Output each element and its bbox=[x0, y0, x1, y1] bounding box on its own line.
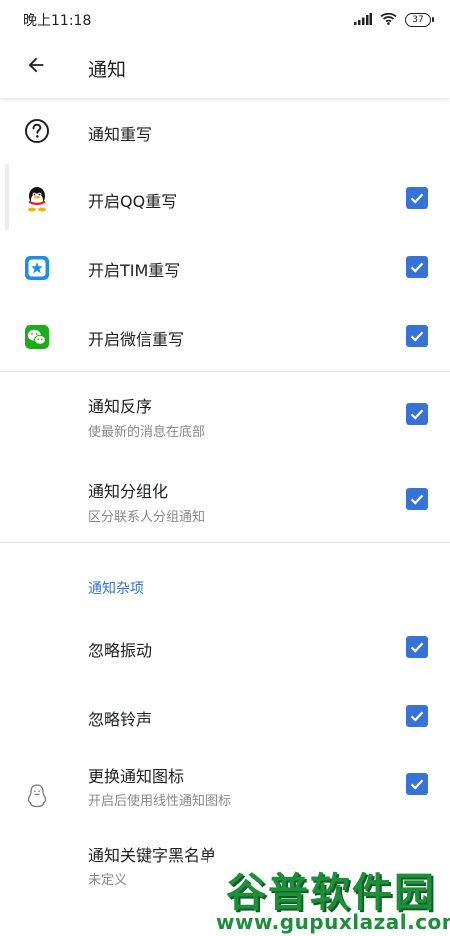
row-ignore-vibration[interactable]: 忽略振动 bbox=[0, 625, 450, 694]
arrow-left-icon bbox=[25, 54, 47, 80]
battery-icon: 37 bbox=[405, 12, 434, 27]
status-bar: 晚上11:18 37 bbox=[0, 0, 450, 36]
row-wechat-rewrite[interactable]: 开启微信重写 bbox=[0, 302, 450, 371]
row-reverse-order[interactable]: 通知反序 使最新的消息在底部 bbox=[0, 372, 450, 457]
watermark: 谷普软件园 www.gupuxlazal.com bbox=[208, 858, 450, 936]
row-title: 开启QQ重写 bbox=[88, 192, 178, 211]
wechat-icon bbox=[24, 324, 50, 350]
qq-penguin-icon bbox=[24, 186, 50, 212]
qq-rewrite-checkbox[interactable] bbox=[406, 187, 428, 209]
ignore-ringtone-checkbox[interactable] bbox=[406, 705, 428, 727]
row-title: 通知分组化 bbox=[88, 482, 169, 501]
wechat-rewrite-checkbox[interactable] bbox=[406, 325, 428, 347]
section-header: 通知杂项 bbox=[0, 543, 450, 625]
row-qq-rewrite[interactable]: 开启QQ重写 bbox=[0, 164, 450, 233]
watermark-url: www.gupuxlazal.com bbox=[216, 910, 450, 934]
row-change-icon[interactable]: 更换通知图标 开启后使用线性通知图标 bbox=[0, 763, 450, 833]
settings-list: 通知重写 开启QQ重写 开启TIM重写 开启微信重写 通知反序 使最新的消息在底… bbox=[0, 98, 450, 913]
wifi-icon bbox=[380, 10, 397, 29]
ignore-vibration-checkbox[interactable] bbox=[406, 636, 428, 658]
row-title: 开启微信重写 bbox=[88, 330, 185, 349]
signal-icon bbox=[354, 10, 372, 29]
section-title: 通知杂项 bbox=[88, 581, 144, 597]
row-title: 通知重写 bbox=[88, 125, 153, 144]
penguin-outline-icon bbox=[24, 783, 50, 809]
row-title: 开启TIM重写 bbox=[88, 261, 181, 280]
row-title: 更换通知图标 bbox=[88, 767, 185, 786]
help-circle-icon bbox=[24, 118, 50, 144]
row-ignore-ringtone[interactable]: 忽略铃声 bbox=[0, 694, 450, 763]
row-subtitle: 使最新的消息在底部 bbox=[88, 425, 206, 440]
status-time: 晚上11:18 bbox=[23, 13, 92, 29]
row-title: 忽略铃声 bbox=[88, 710, 153, 729]
row-subtitle: 未定义 bbox=[88, 873, 128, 888]
back-button[interactable] bbox=[18, 49, 54, 85]
row-subtitle: 开启后使用线性通知图标 bbox=[88, 794, 232, 809]
change-icon-checkbox[interactable] bbox=[406, 773, 428, 795]
status-icons: 37 bbox=[354, 10, 434, 29]
row-title: 忽略振动 bbox=[88, 641, 153, 660]
battery-level: 37 bbox=[405, 12, 431, 27]
row-grouping[interactable]: 通知分组化 区分联系人分组通知 bbox=[0, 457, 450, 542]
app-bar: 通知 bbox=[0, 36, 450, 98]
tim-rewrite-checkbox[interactable] bbox=[406, 256, 428, 278]
page-title: 通知 bbox=[88, 59, 127, 81]
tim-app-icon bbox=[24, 255, 50, 281]
grouping-checkbox[interactable] bbox=[406, 488, 428, 510]
row-subtitle: 区分联系人分组通知 bbox=[88, 510, 206, 525]
row-notify-rewrite[interactable]: 通知重写 bbox=[0, 98, 450, 164]
row-title: 通知关键字黑名单 bbox=[88, 846, 217, 865]
row-tim-rewrite[interactable]: 开启TIM重写 bbox=[0, 233, 450, 302]
reverse-order-checkbox[interactable] bbox=[406, 403, 428, 425]
row-title: 通知反序 bbox=[88, 397, 153, 416]
